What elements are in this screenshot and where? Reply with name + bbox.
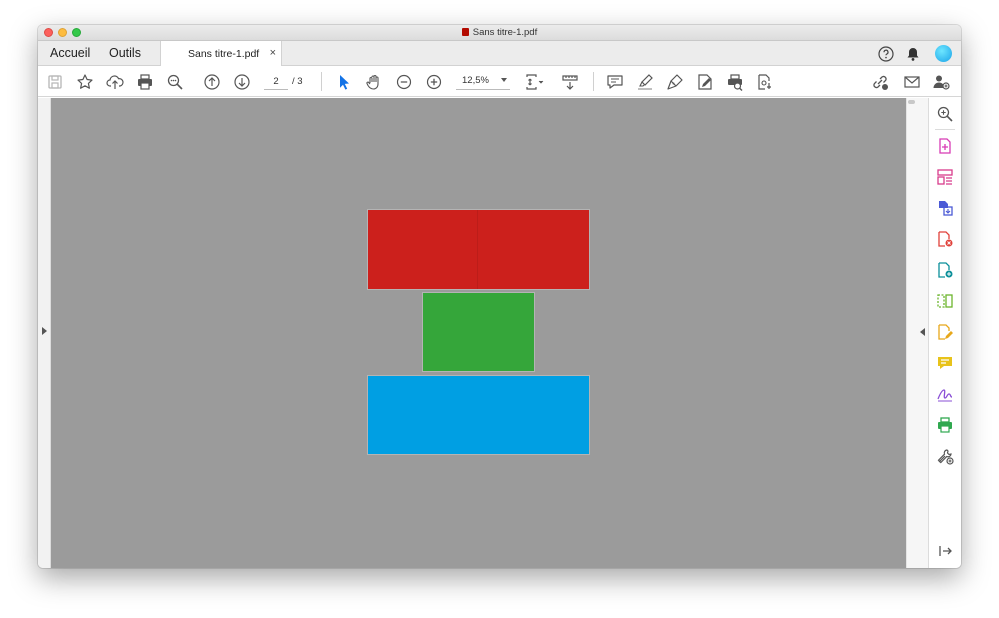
user-avatar[interactable] (935, 45, 952, 62)
hand-tool-icon[interactable] (364, 72, 384, 92)
zoom-out-icon[interactable] (394, 72, 414, 92)
next-page-icon[interactable] (232, 72, 252, 92)
zoom-search-icon[interactable] (935, 104, 955, 124)
organize-pages-icon[interactable] (935, 167, 955, 187)
mail-icon[interactable] (902, 72, 922, 92)
toolbar: / 3 12,5% (38, 66, 961, 97)
close-tab-button[interactable]: × (270, 47, 276, 59)
bell-icon[interactable] (904, 45, 922, 63)
tab-home[interactable]: Accueil (50, 46, 90, 60)
zoom-dropdown[interactable]: 12,5% (456, 74, 510, 90)
toolbar-divider (593, 72, 594, 91)
previous-page-icon[interactable] (202, 72, 222, 92)
document-viewer[interactable] (51, 98, 906, 568)
acrobat-window: Sans titre-1.pdf Accueil Outils Sans tit… (38, 25, 961, 568)
left-navigation-pane[interactable] (38, 98, 51, 568)
vertical-scrollbar[interactable] (906, 98, 916, 568)
share-link-icon[interactable] (870, 72, 890, 92)
title-bar: Sans titre-1.pdf (38, 25, 961, 41)
sign-pen-icon[interactable] (665, 72, 685, 92)
red-block-divider (477, 210, 478, 289)
add-pdf-icon[interactable] (935, 260, 955, 280)
more-tools-icon[interactable] (935, 446, 955, 466)
expand-left-pane-icon[interactable] (42, 327, 47, 335)
zoom-in-icon[interactable] (424, 72, 444, 92)
right-pane-toggle-strip[interactable] (916, 98, 929, 568)
page-total: / 3 (292, 76, 303, 87)
cloud-upload-icon[interactable] (105, 72, 125, 92)
remove-pdf-icon[interactable] (935, 229, 955, 249)
comment-icon[interactable] (605, 72, 625, 92)
add-user-icon[interactable] (931, 72, 951, 92)
collapse-right-pane-icon[interactable] (920, 328, 925, 336)
toolbar-divider (321, 72, 322, 91)
help-icon[interactable] (877, 45, 895, 63)
create-pdf-icon[interactable] (935, 136, 955, 156)
signature-icon[interactable] (935, 384, 955, 404)
export-pdf-icon[interactable] (935, 198, 955, 218)
page-number-input[interactable] (264, 74, 288, 90)
blue-block (367, 375, 590, 455)
page-fit-icon[interactable] (524, 72, 544, 92)
tools-pane (929, 98, 961, 568)
highlighter-icon[interactable] (635, 72, 655, 92)
green-block (422, 292, 535, 372)
scroll-mode-icon[interactable] (560, 72, 580, 92)
zoom-value: 12,5% (462, 75, 489, 86)
print-icon[interactable] (135, 72, 155, 92)
zoom-out-search-icon[interactable] (165, 72, 185, 92)
compare-files-icon[interactable] (935, 291, 955, 311)
scrollbar-thumb[interactable] (908, 100, 915, 104)
file-settings-icon[interactable] (755, 72, 775, 92)
tab-document[interactable]: Sans titre-1.pdf × (160, 41, 282, 67)
star-icon[interactable] (75, 72, 95, 92)
print-preview-icon[interactable] (725, 72, 745, 92)
comment-tool-icon[interactable] (935, 353, 955, 373)
collapse-tools-pane-icon[interactable] (935, 541, 955, 561)
pdf-file-icon (461, 28, 469, 36)
select-pointer-icon[interactable] (334, 72, 354, 92)
tab-bar: Accueil Outils Sans titre-1.pdf × (38, 41, 961, 67)
fill-sign-icon[interactable] (935, 322, 955, 342)
document-tab-label: Sans titre-1.pdf (188, 48, 260, 60)
print-production-icon[interactable] (935, 415, 955, 435)
red-block (367, 209, 590, 290)
window-title-text: Sans titre-1.pdf (472, 27, 538, 38)
tools-pane-divider (935, 129, 955, 130)
window-title: Sans titre-1.pdf (38, 27, 961, 38)
edit-pdf-icon[interactable] (695, 72, 715, 92)
tab-tools[interactable]: Outils (109, 46, 141, 60)
save-icon[interactable] (45, 72, 65, 92)
chevron-down-icon (501, 78, 507, 82)
